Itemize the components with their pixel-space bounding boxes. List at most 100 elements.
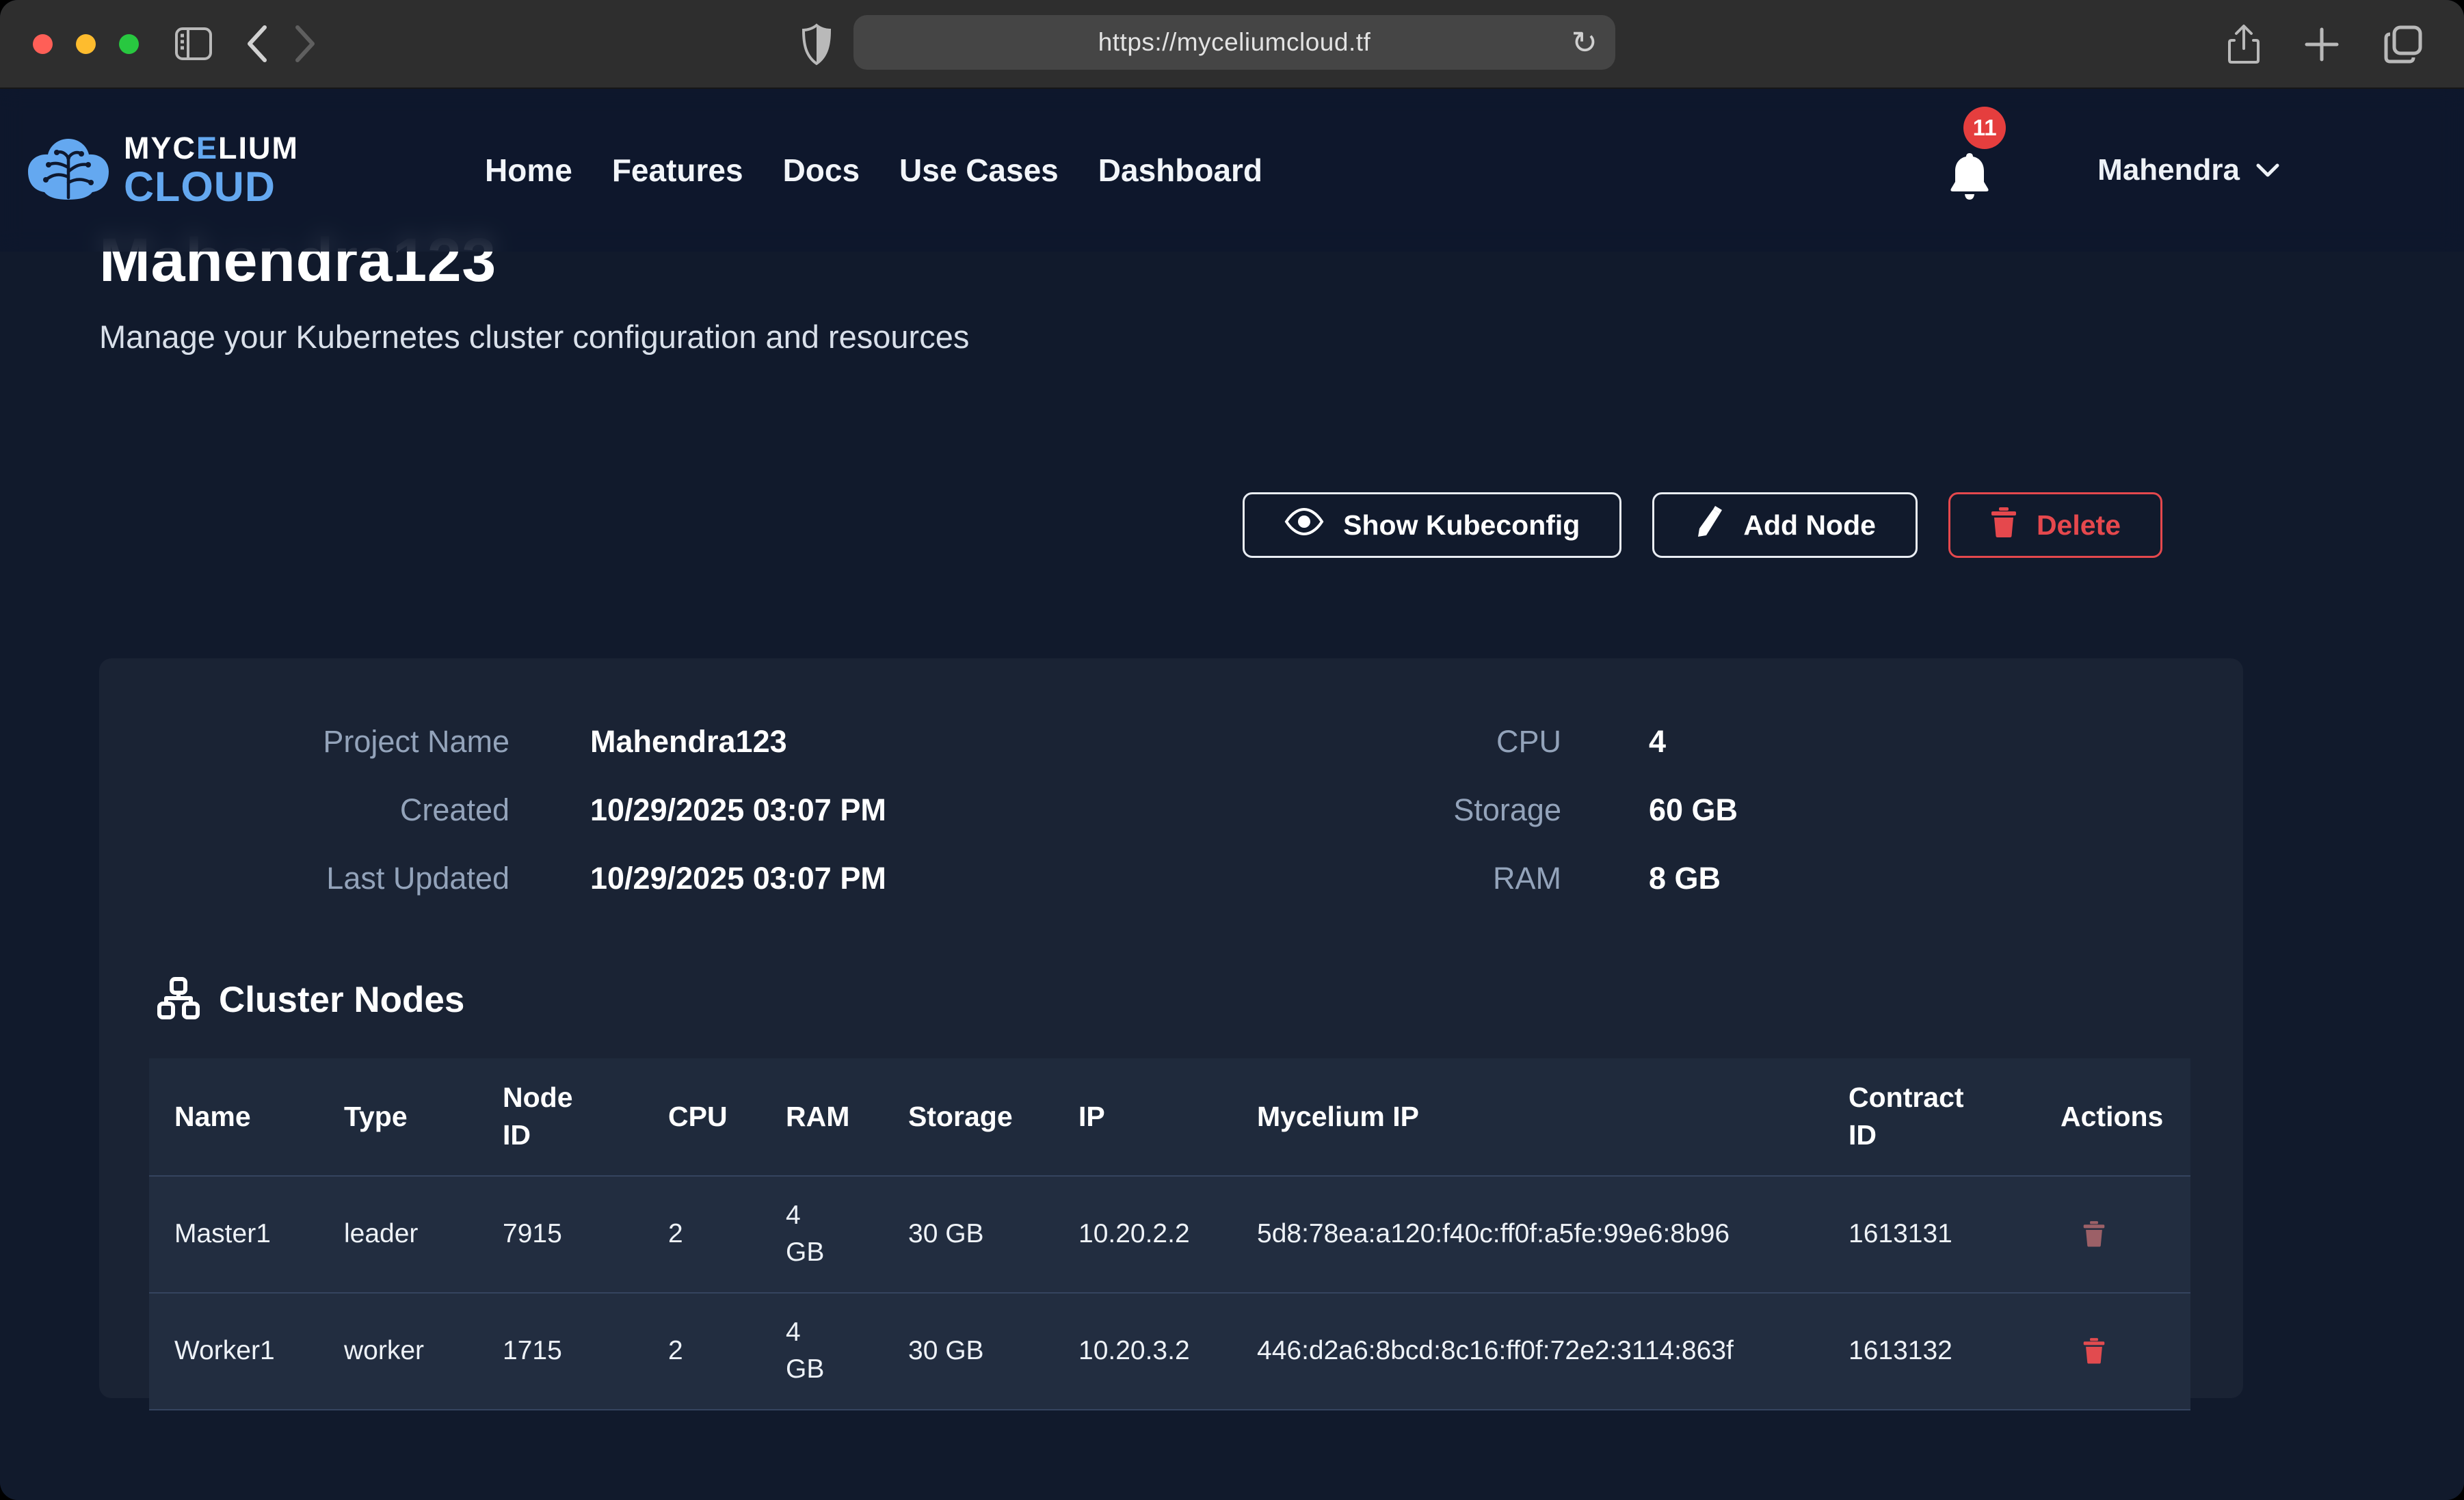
brand-logo[interactable]: MYCELIUM CLOUD <box>25 133 299 208</box>
delete-node-icon[interactable] <box>2082 1219 2106 1250</box>
cluster-details-card: Project Name Mahendra123 Created 10/29/2… <box>99 658 2243 1398</box>
browser-toolbar: https://myceliumcloud.tf ↻ <box>0 0 2464 89</box>
info-label: CPU <box>1206 724 1561 760</box>
browser-window: https://myceliumcloud.tf ↻ <box>0 0 2464 1500</box>
cluster-nodes-heading: Cluster Nodes <box>157 977 2243 1023</box>
cell-type: worker <box>319 1293 477 1410</box>
cell-contract-id: 1613132 <box>1823 1293 2035 1410</box>
table-row: Worker1 worker 1715 2 4 GB 30 GB 10.20.3… <box>149 1293 2190 1410</box>
user-name: Mahendra <box>2097 153 2240 187</box>
info-value: 4 <box>1649 724 2196 760</box>
col-ip: IP <box>1053 1058 1232 1176</box>
notification-count-badge: 11 <box>1963 107 2006 149</box>
cell-mycelium-ip: 5d8:78ea:a120:f40c:ff0f:a5fe:99e6:8b96 <box>1232 1176 1823 1293</box>
info-label: Created <box>147 792 509 828</box>
cell-ram: 4 GB <box>760 1176 883 1293</box>
col-mycelium-ip: Mycelium IP <box>1232 1058 1823 1176</box>
info-value: 60 GB <box>1649 792 2196 828</box>
info-label: RAM <box>1206 861 1561 896</box>
table-row: Master1 leader 7915 2 4 GB 30 GB 10.20.2… <box>149 1176 2190 1293</box>
nav-features[interactable]: Features <box>612 152 743 189</box>
add-node-button[interactable]: Add Node <box>1652 492 1918 558</box>
cell-ram: 4 GB <box>760 1293 883 1410</box>
privacy-shield-icon[interactable] <box>802 23 832 66</box>
col-type: Type <box>319 1058 477 1176</box>
delete-node-icon[interactable] <box>2082 1336 2106 1367</box>
delete-label: Delete <box>2037 509 2121 541</box>
cluster-nodes-title: Cluster Nodes <box>219 979 464 1021</box>
cluster-info-right: CPU 4 Storage 60 GB RAM 8 GB <box>1206 724 2196 896</box>
user-menu[interactable]: Mahendra <box>2097 153 2279 187</box>
header-right: 11 Mahendra <box>1947 139 2279 201</box>
nav-dashboard[interactable]: Dashboard <box>1098 152 1262 189</box>
toolbar-right <box>2227 0 2423 89</box>
col-cpu: CPU <box>643 1058 760 1176</box>
back-button[interactable] <box>246 25 269 63</box>
cluster-info-left: Project Name Mahendra123 Created 10/29/2… <box>147 724 1206 896</box>
tab-overview-icon[interactable] <box>2383 25 2423 64</box>
page-subtitle: Manage your Kubernetes cluster configura… <box>99 318 2464 356</box>
show-kubeconfig-label: Show Kubeconfig <box>1343 509 1580 541</box>
info-label: Project Name <box>147 724 509 760</box>
sidebar-toggle-icon[interactable] <box>174 27 213 61</box>
nodes-table: Name Type Node ID CPU RAM Storage IP Myc… <box>149 1058 2190 1410</box>
add-node-label: Add Node <box>1743 509 1876 541</box>
cell-cpu: 2 <box>643 1176 760 1293</box>
address-bar[interactable]: https://myceliumcloud.tf ↻ <box>853 15 1615 70</box>
cluster-info: Project Name Mahendra123 Created 10/29/2… <box>99 658 2243 896</box>
info-value: Mahendra123 <box>590 724 1206 760</box>
cell-contract-id: 1613131 <box>1823 1176 2035 1293</box>
zoom-window-button[interactable] <box>119 34 139 54</box>
main-nav: Home Features Docs Use Cases Dashboard <box>485 152 1262 189</box>
cluster-page: Mahendra123 Manage your Kubernetes clust… <box>0 89 2464 1500</box>
cell-type: leader <box>319 1176 477 1293</box>
info-label: Last Updated <box>147 861 509 896</box>
nav-use-cases[interactable]: Use Cases <box>899 152 1059 189</box>
col-name: Name <box>149 1058 319 1176</box>
page-viewport: Mahendra123 Manage your Kubernetes clust… <box>0 89 2464 1500</box>
traffic-lights <box>33 34 139 54</box>
info-value: 10/29/2025 03:07 PM <box>590 792 1206 828</box>
mycelium-cloud-logo-icon <box>25 137 111 204</box>
notifications-button[interactable]: 11 <box>1947 139 1995 201</box>
col-storage: Storage <box>883 1058 1053 1176</box>
cell-name: Worker1 <box>149 1293 319 1410</box>
minimize-window-button[interactable] <box>76 34 96 54</box>
info-value: 8 GB <box>1649 861 2196 896</box>
show-kubeconfig-button[interactable]: Show Kubeconfig <box>1243 492 1621 558</box>
brand-wordmark: MYCELIUM CLOUD <box>124 133 299 208</box>
col-node-id: Node ID <box>477 1058 643 1176</box>
cell-cpu: 2 <box>643 1293 760 1410</box>
share-icon[interactable] <box>2227 24 2260 65</box>
table-header-row: Name Type Node ID CPU RAM Storage IP Myc… <box>149 1058 2190 1176</box>
cell-storage: 30 GB <box>883 1176 1053 1293</box>
pencil-icon <box>1694 505 1724 545</box>
chevron-down-icon <box>2256 163 2279 178</box>
info-label: Storage <box>1206 792 1561 828</box>
cell-node-id: 7915 <box>477 1176 643 1293</box>
cell-ip: 10.20.3.2 <box>1053 1293 1232 1410</box>
eye-icon <box>1284 507 1324 543</box>
forward-button[interactable] <box>293 25 317 63</box>
cell-ip: 10.20.2.2 <box>1053 1176 1232 1293</box>
site-header: MYCELIUM CLOUD Home Features Docs Use Ca… <box>0 89 2464 252</box>
cell-actions <box>2035 1293 2190 1410</box>
cell-mycelium-ip: 446:d2a6:8bcd:8c16:ff0f:72e2:3114:863f <box>1232 1293 1823 1410</box>
nav-docs[interactable]: Docs <box>783 152 860 189</box>
col-actions: Actions <box>2035 1058 2190 1176</box>
reload-icon[interactable]: ↻ <box>1571 27 1598 58</box>
url-text: https://myceliumcloud.tf <box>1098 28 1371 57</box>
nodes-table-wrap: Name Type Node ID CPU RAM Storage IP Myc… <box>149 1058 2190 1410</box>
info-value: 10/29/2025 03:07 PM <box>590 861 1206 896</box>
close-window-button[interactable] <box>33 34 53 54</box>
nav-home[interactable]: Home <box>485 152 572 189</box>
new-tab-icon[interactable] <box>2304 27 2340 62</box>
network-nodes-icon <box>157 977 200 1023</box>
cell-name: Master1 <box>149 1176 319 1293</box>
trash-icon <box>1990 506 2017 544</box>
delete-cluster-button[interactable]: Delete <box>1948 492 2162 558</box>
cell-node-id: 1715 <box>477 1293 643 1410</box>
cell-actions <box>2035 1176 2190 1293</box>
bell-icon <box>1947 152 1992 201</box>
cluster-actions: Show Kubeconfig Add Node <box>99 492 2243 558</box>
